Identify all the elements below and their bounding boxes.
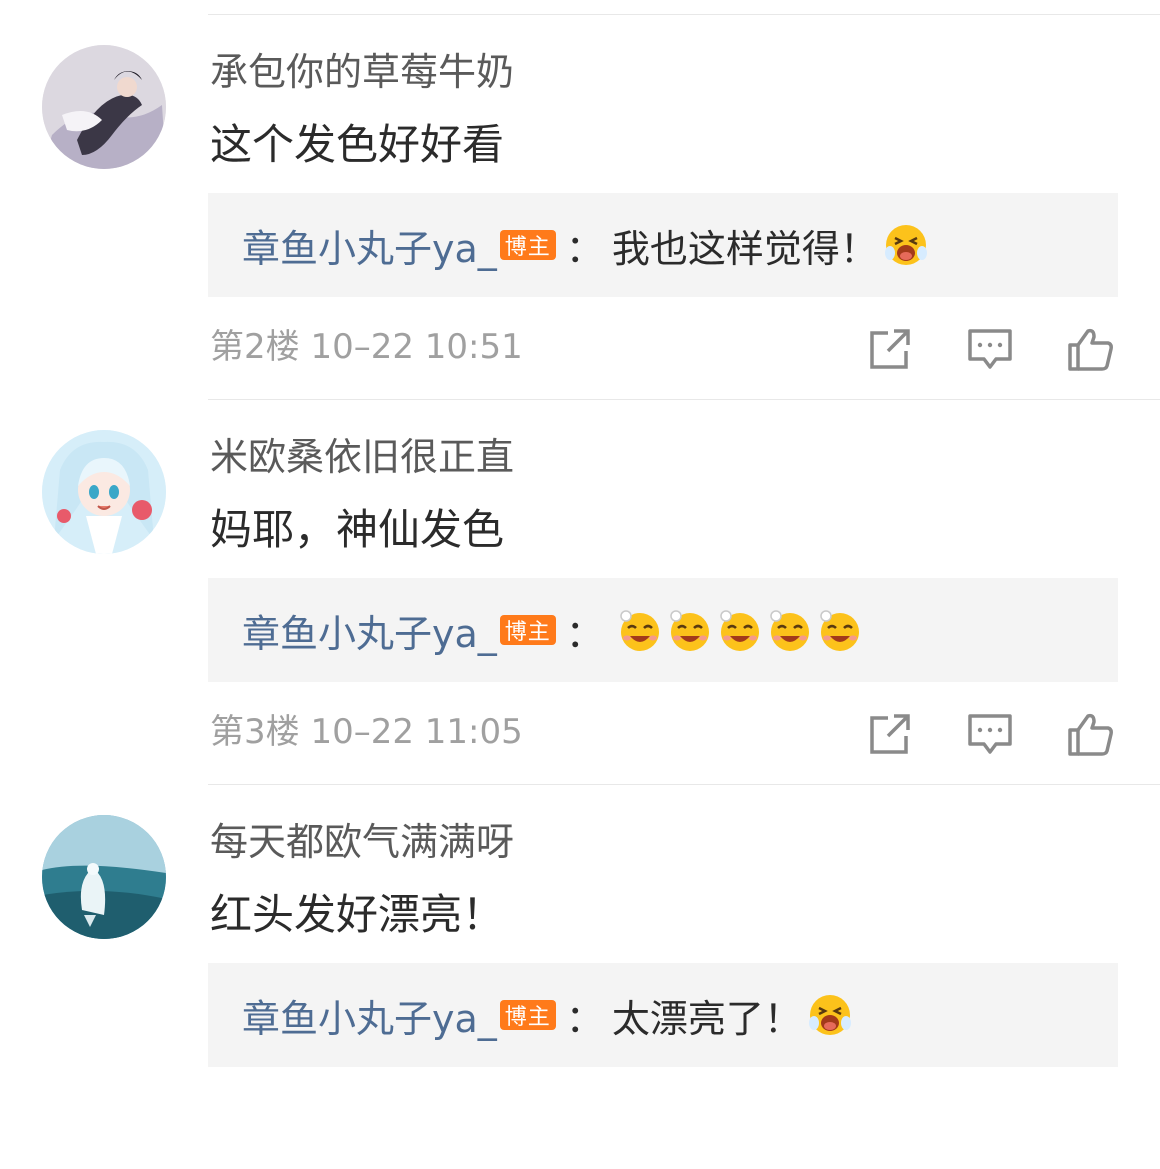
reply-text: 太漂亮了！ <box>611 996 802 1041</box>
avatar-cosplay-photo <box>42 45 166 169</box>
reply-text: 我也这样觉得！ <box>611 226 878 271</box>
sweat-smile-emoji <box>768 608 812 652</box>
reply-separator: ： <box>565 611 604 656</box>
reply-line: 章鱼小丸子ya_ 博主 ： <box>242 600 862 660</box>
share-icon[interactable] <box>866 325 914 373</box>
crying-laugh-emoji <box>808 993 852 1037</box>
sweat-smile-emoji <box>818 608 862 652</box>
author-badge: 博主 <box>499 230 556 260</box>
reply-author[interactable]: 章鱼小丸子ya_ <box>242 603 497 658</box>
comment-item[interactable]: 承包你的草莓牛奶 这个发色好好看 章鱼小丸子ya_ 博主 ： 我也这样觉得！ 第… <box>0 14 1160 399</box>
comment-meta: 第2楼 10–22 10:51 <box>210 327 523 367</box>
reply-line: 章鱼小丸子ya_ 博主 ： 我也这样觉得！ <box>242 215 928 275</box>
like-icon[interactable] <box>1066 325 1114 373</box>
reply-line: 章鱼小丸子ya_ 博主 ： 太漂亮了！ <box>242 985 852 1045</box>
like-icon[interactable] <box>1066 710 1114 758</box>
comment-username[interactable]: 承包你的草莓牛奶 <box>210 47 514 97</box>
avatar[interactable] <box>42 45 166 169</box>
comment-text: 妈耶，神仙发色 <box>210 505 505 554</box>
author-badge: 博主 <box>499 1000 556 1030</box>
comment-text: 这个发色好好看 <box>210 120 505 169</box>
comment-icon[interactable] <box>966 325 1014 373</box>
avatar-anime-girl <box>42 430 166 554</box>
comment-text: 红头发好漂亮！ <box>210 890 505 939</box>
avatar[interactable] <box>42 815 166 939</box>
share-icon[interactable] <box>866 710 914 758</box>
avatar-sky-game <box>42 815 166 939</box>
reply-box[interactable]: 章鱼小丸子ya_ 博主 ： 太漂亮了！ <box>208 963 1118 1067</box>
reply-author[interactable]: 章鱼小丸子ya_ <box>242 218 497 273</box>
reply-separator: ： <box>565 226 604 271</box>
comment-item[interactable]: 每天都欧气满满呀 红头发好漂亮！ 章鱼小丸子ya_ 博主 ： 太漂亮了！ <box>0 784 1160 1169</box>
crying-laugh-emoji <box>884 223 928 267</box>
reply-box[interactable]: 章鱼小丸子ya_ 博主 ： <box>208 578 1118 682</box>
reply-box[interactable]: 章鱼小丸子ya_ 博主 ： 我也这样觉得！ <box>208 193 1118 297</box>
reply-separator: ： <box>565 996 604 1041</box>
reply-author[interactable]: 章鱼小丸子ya_ <box>242 988 497 1043</box>
comment-icon[interactable] <box>966 710 1014 758</box>
comment-item[interactable]: 米欧桑依旧很正直 妈耶，神仙发色 章鱼小丸子ya_ 博主 ： 第3楼 10–22… <box>0 399 1160 784</box>
sweat-smile-emoji <box>718 608 762 652</box>
comment-meta: 第3楼 10–22 11:05 <box>210 712 523 752</box>
sweat-smile-emoji <box>668 608 712 652</box>
sweat-smile-emoji <box>618 608 662 652</box>
comment-username[interactable]: 每天都欧气满满呀 <box>210 817 514 867</box>
comment-username[interactable]: 米欧桑依旧很正直 <box>210 432 514 482</box>
avatar[interactable] <box>42 430 166 554</box>
author-badge: 博主 <box>499 615 556 645</box>
